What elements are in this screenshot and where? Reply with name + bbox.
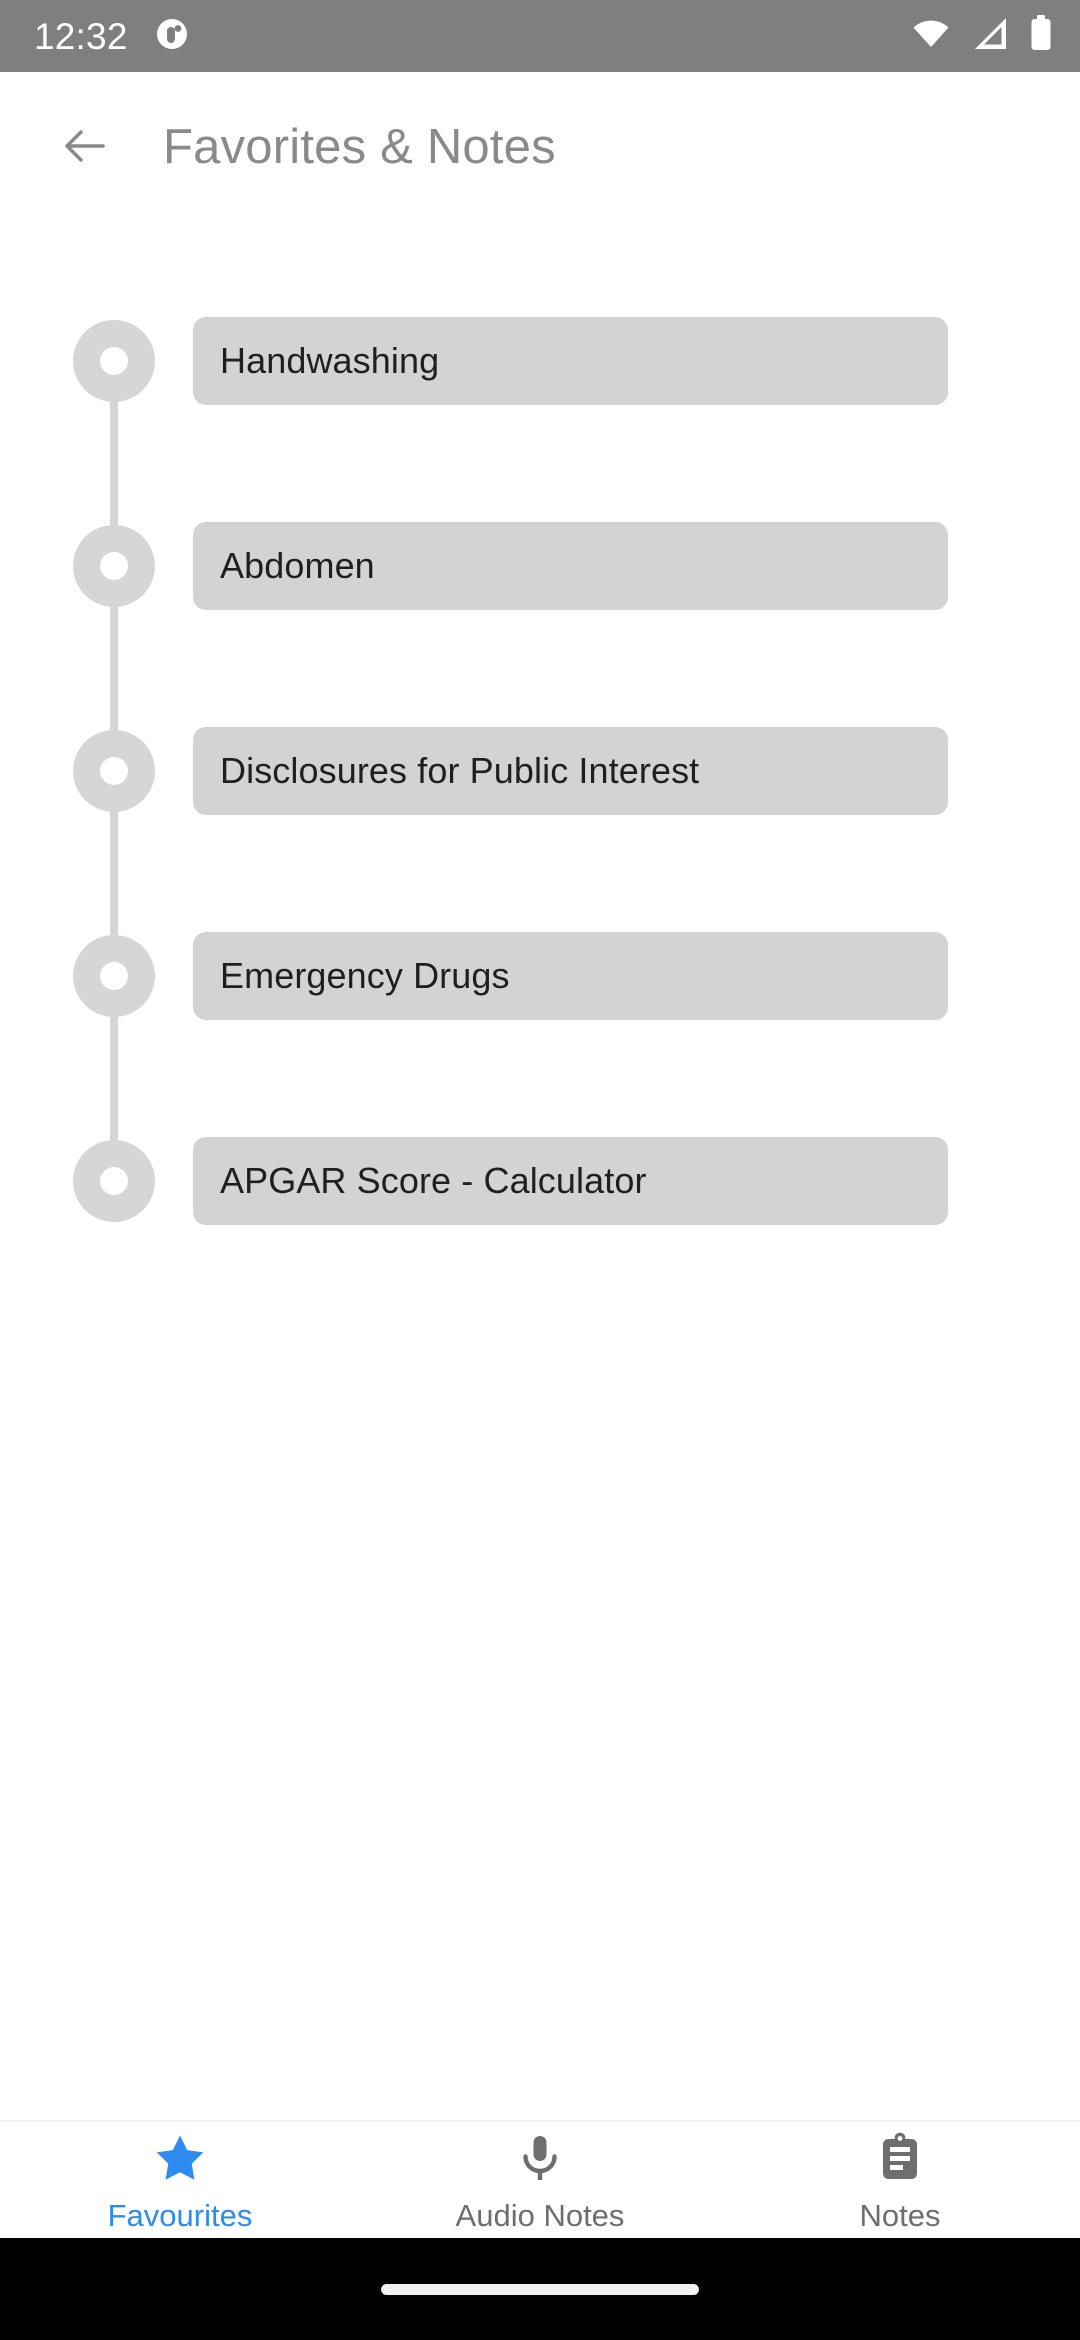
home-gesture-pill[interactable] — [381, 2283, 699, 2295]
nav-tab-label: Audio Notes — [455, 2197, 625, 2233]
app-bar: Favorites & Notes — [0, 72, 1080, 222]
microphone-icon — [514, 2130, 566, 2186]
bottom-navigation-bar: Favourites Audio Notes Notes — [0, 2120, 1080, 2238]
status-bar: 12:32 — [0, 0, 1080, 72]
clipboard-icon — [874, 2130, 926, 2186]
system-gesture-bar — [0, 2238, 1080, 2340]
circle-notification-icon — [154, 16, 190, 57]
timeline-dot-icon — [73, 525, 155, 607]
status-bar-clock: 12:32 — [34, 15, 128, 57]
nav-tab-label: Favourites — [107, 2197, 253, 2233]
star-icon — [154, 2130, 206, 2186]
arrow-left-icon — [59, 121, 109, 174]
timeline-dot-icon — [73, 1140, 155, 1222]
timeline-dot-icon — [73, 320, 155, 402]
nav-tab-audio-notes[interactable]: Audio Notes — [360, 2122, 720, 2238]
back-button[interactable] — [36, 99, 132, 195]
favorites-timeline-list: Handwashing Abdomen Disclosures for Publ… — [0, 300, 1080, 1325]
timeline-dot-icon — [73, 730, 155, 812]
favorite-chip-label: Disclosures for Public Interest — [220, 750, 700, 791]
wifi-icon — [910, 13, 952, 60]
status-bar-right — [910, 13, 1054, 60]
favorite-chip-label: Handwashing — [220, 340, 440, 381]
nav-tab-favourites[interactable]: Favourites — [0, 2122, 360, 2238]
battery-full-icon — [1028, 13, 1054, 60]
favorite-chip-label: Emergency Drugs — [220, 955, 510, 996]
favorite-chip[interactable]: Disclosures for Public Interest — [193, 727, 948, 815]
list-item: Disclosures for Public Interest — [0, 710, 1080, 915]
cellular-signal-icon — [970, 14, 1010, 59]
nav-tab-notes[interactable]: Notes — [720, 2122, 1080, 2238]
favorite-chip-label: APGAR Score - Calculator — [220, 1160, 647, 1201]
favorite-chip-label: Abdomen — [220, 545, 375, 586]
favorite-chip[interactable]: Abdomen — [193, 522, 948, 610]
list-item: APGAR Score - Calculator — [0, 1120, 1080, 1325]
list-item: Abdomen — [0, 505, 1080, 710]
list-item: Emergency Drugs — [0, 915, 1080, 1120]
timeline-dot-icon — [73, 935, 155, 1017]
favorite-chip[interactable]: Handwashing — [193, 317, 948, 405]
list-item: Handwashing — [0, 300, 1080, 505]
page-title: Favorites & Notes — [163, 119, 556, 174]
phone-screen: 12:32 Favorites & Notes Handwashing Abdo… — [0, 0, 1080, 2340]
favorite-chip[interactable]: Emergency Drugs — [193, 932, 948, 1020]
favorite-chip[interactable]: APGAR Score - Calculator — [193, 1137, 948, 1225]
nav-tab-label: Notes — [859, 2197, 941, 2233]
status-bar-left: 12:32 — [34, 16, 190, 57]
